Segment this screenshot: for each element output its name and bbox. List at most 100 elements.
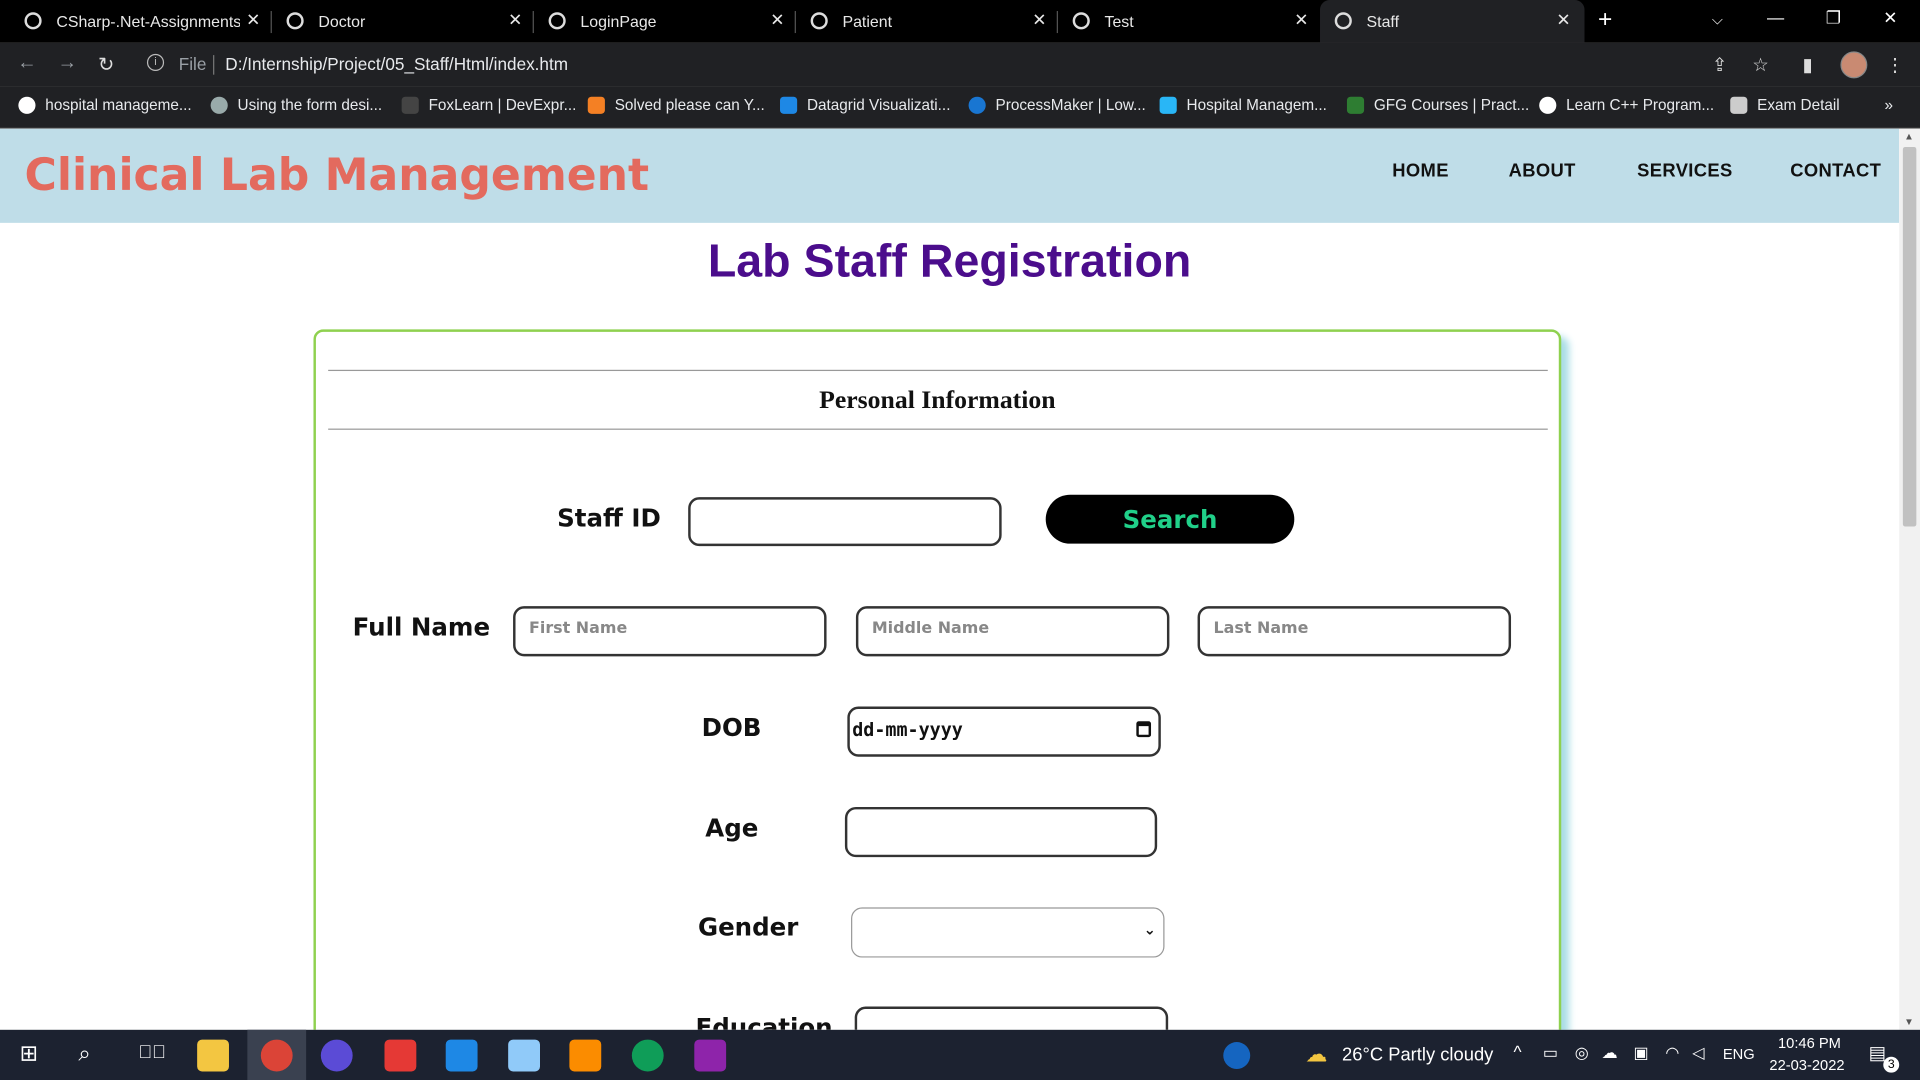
- bookmark-item[interactable]: ProcessMaker | Low...: [968, 96, 1146, 114]
- tab-patient[interactable]: Patient ✕: [796, 0, 1058, 43]
- nav-home[interactable]: HOME: [1392, 160, 1449, 181]
- volume-icon[interactable]: ◁: [1692, 1043, 1704, 1063]
- bookmark-item[interactable]: FoxLearn | DevExpr...: [401, 96, 576, 114]
- bookmark-item[interactable]: Learn C++ Program...: [1539, 96, 1715, 114]
- reload-icon[interactable]: ↻: [98, 53, 114, 77]
- windows-start-icon[interactable]: ⊞: [20, 1041, 38, 1067]
- tab-staff[interactable]: Staff ✕: [1320, 0, 1585, 43]
- close-icon[interactable]: ✕: [246, 10, 260, 31]
- datagrid-icon: [780, 96, 798, 114]
- back-icon[interactable]: ←: [17, 53, 37, 75]
- gender-select[interactable]: ⌄: [851, 907, 1165, 958]
- language-indicator[interactable]: ENG: [1723, 1046, 1755, 1063]
- page-title: Lab Staff Registration: [707, 236, 1192, 288]
- clock-date[interactable]: 22-03-2022: [1769, 1057, 1844, 1074]
- first-name-input[interactable]: First Name: [513, 606, 827, 657]
- share-icon[interactable]: ⇪: [1712, 54, 1727, 76]
- address-bar[interactable]: i File D:/Internship/Project/05_Staff/Ht…: [135, 48, 1788, 82]
- bookmark-item[interactable]: Exam Detail: [1730, 96, 1840, 114]
- education-label: Education: [695, 1012, 833, 1030]
- close-icon[interactable]: ✕: [1556, 10, 1570, 31]
- scroll-up-icon[interactable]: ▲: [1904, 131, 1914, 142]
- bookmark-item[interactable]: Solved please can Y...: [587, 96, 765, 114]
- scroll-thumb[interactable]: [1902, 146, 1917, 527]
- nav-services[interactable]: SERVICES: [1637, 160, 1733, 181]
- last-name-input[interactable]: Last Name: [1197, 606, 1512, 657]
- bookmark-item[interactable]: GFG Courses | Pract...: [1346, 96, 1529, 114]
- page-content: Clinical Lab Management HOME ABOUT SERVI…: [0, 128, 1900, 1030]
- clock-time[interactable]: 10:46 PM: [1778, 1035, 1841, 1052]
- restore-icon[interactable]: ❐: [1826, 7, 1841, 28]
- window-close-icon[interactable]: ✕: [1883, 7, 1897, 28]
- tab-loginpage[interactable]: LoginPage ✕: [534, 0, 796, 43]
- tab-csharp[interactable]: CSharp-.Net-Assignments/ ✕: [10, 0, 272, 43]
- search-button[interactable]: Search: [1045, 494, 1295, 544]
- onedrive-icon[interactable]: ☁: [1602, 1043, 1618, 1063]
- education-input[interactable]: [854, 1006, 1169, 1030]
- middle-name-input[interactable]: Middle Name: [855, 606, 1170, 657]
- visual-studio-icon[interactable]: [320, 1039, 353, 1072]
- calendar-icon[interactable]: [1136, 721, 1152, 738]
- close-icon[interactable]: ✕: [1032, 10, 1046, 31]
- brand-logo[interactable]: Clinical Lab Management: [24, 151, 649, 201]
- bookmark-label: Exam Detail: [1757, 96, 1840, 114]
- bookmark-item[interactable]: Using the form desi...: [210, 96, 382, 114]
- close-icon[interactable]: ✕: [508, 10, 522, 31]
- weather-text[interactable]: 26°C Partly cloudy: [1342, 1044, 1493, 1065]
- tab-doctor[interactable]: Doctor ✕: [272, 0, 534, 43]
- notifications-count: 3: [1883, 1056, 1900, 1073]
- avatar[interactable]: [1840, 51, 1868, 79]
- display-icon[interactable]: ▣: [1633, 1043, 1648, 1063]
- new-tab-button[interactable]: +: [1598, 6, 1612, 34]
- staff-id-input[interactable]: [688, 497, 1002, 547]
- tab-test[interactable]: Test ✕: [1058, 0, 1320, 43]
- browser-toolbar: ← → ↻ i File D:/Internship/Project/05_St…: [0, 42, 1920, 87]
- edge-icon[interactable]: [631, 1039, 664, 1072]
- wifi-icon[interactable]: ◠: [1665, 1043, 1679, 1063]
- nav-contact[interactable]: CONTACT: [1790, 160, 1881, 181]
- divider: [328, 369, 1548, 372]
- forward-icon[interactable]: →: [58, 53, 78, 75]
- git-icon[interactable]: [694, 1039, 727, 1072]
- url-text[interactable]: D:/Internship/Project/05_Staff/Html/inde…: [225, 54, 568, 74]
- info-icon[interactable]: i: [146, 53, 165, 72]
- scroll-down-icon[interactable]: ▼: [1904, 1016, 1914, 1027]
- search-icon[interactable]: ⌕: [78, 1041, 90, 1067]
- chrome-icon: [260, 1039, 293, 1072]
- close-icon[interactable]: ✕: [1294, 10, 1308, 31]
- nav-about[interactable]: ABOUT: [1509, 160, 1576, 181]
- file-explorer-icon[interactable]: [197, 1039, 229, 1072]
- side-panel-icon[interactable]: ▮: [1802, 54, 1812, 76]
- page-scrollbar[interactable]: ▲ ▼: [1899, 128, 1920, 1030]
- tray-app-icon[interactable]: ◎: [1575, 1043, 1589, 1063]
- help-icon[interactable]: [1223, 1042, 1251, 1069]
- chevron-down-icon: ⌄: [1143, 920, 1156, 938]
- bookmark-item[interactable]: Datagrid Visualizati...: [780, 96, 950, 114]
- bookmark-label: Learn C++ Program...: [1566, 96, 1715, 114]
- microsoft-store-icon[interactable]: [384, 1039, 417, 1072]
- xampp-icon[interactable]: [569, 1039, 602, 1072]
- age-input[interactable]: [844, 806, 1158, 858]
- bookmarks-bar: hospital manageme... Using the form desi…: [0, 86, 1920, 129]
- dob-input[interactable]: dd-mm-yyyy: [847, 706, 1161, 757]
- menu-icon[interactable]: ⋮: [1886, 54, 1904, 76]
- gender-label: Gender: [697, 912, 799, 942]
- task-view-icon[interactable]: ▯⃞: [138, 1042, 166, 1063]
- minimize-icon[interactable]: —: [1767, 7, 1784, 27]
- bookmarks-more-button[interactable]: »: [1885, 97, 1894, 114]
- bookmark-label: Hospital Managem...: [1186, 96, 1327, 114]
- vscode-icon[interactable]: [445, 1039, 478, 1072]
- app-icon[interactable]: [508, 1039, 541, 1072]
- tab-search-icon[interactable]: ⌵: [1712, 11, 1723, 29]
- battery-icon[interactable]: ▭: [1543, 1043, 1558, 1063]
- star-icon[interactable]: ☆: [1752, 54, 1768, 76]
- bookmark-label: hospital manageme...: [45, 96, 192, 114]
- bookmark-item[interactable]: hospital manageme...: [18, 96, 192, 114]
- bookmark-item[interactable]: Hospital Managem...: [1159, 96, 1327, 114]
- tray-chevron-icon[interactable]: ^: [1513, 1042, 1521, 1062]
- foxlearn-icon: [401, 96, 419, 114]
- tab-title: Patient: [842, 12, 893, 31]
- close-icon[interactable]: ✕: [770, 10, 784, 31]
- tab-strip: CSharp-.Net-Assignments/ ✕ Doctor ✕ Logi…: [0, 0, 1920, 43]
- chrome-taskbar-active[interactable]: [247, 1029, 307, 1080]
